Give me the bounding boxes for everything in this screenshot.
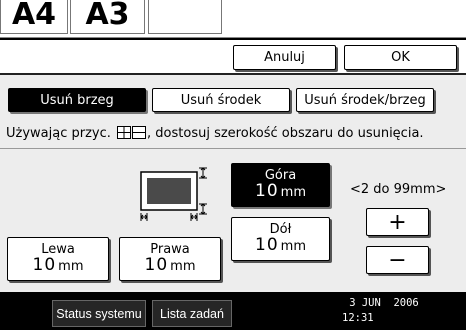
tab-erase-center[interactable]: Usuń środek bbox=[152, 88, 290, 112]
instruction-after: , dostosuj szerokość obszaru do usunięci… bbox=[147, 126, 424, 141]
ok-button[interactable]: OK bbox=[344, 45, 457, 70]
left-margin-button[interactable]: Lewa 10 mm bbox=[7, 237, 109, 281]
tab-erase-edge[interactable]: Usuń brzeg bbox=[8, 88, 146, 112]
clock-date: 3 JUN 2006 bbox=[349, 297, 419, 309]
right-margin-value: 10 mm bbox=[144, 254, 196, 275]
system-status-button[interactable]: Status systemu bbox=[52, 300, 146, 327]
page-preview-icon bbox=[140, 167, 207, 221]
top-tile-3[interactable] bbox=[148, 0, 222, 34]
left-margin-value: 10 mm bbox=[32, 254, 84, 275]
instruction-text: Używając przyc. , dostosuj szerokość obs… bbox=[6, 126, 424, 141]
top-tile-2[interactable]: A3 bbox=[70, 0, 145, 34]
divider bbox=[0, 148, 466, 149]
top-tile-1[interactable]: A4 bbox=[0, 0, 68, 34]
cancel-button[interactable]: Anuluj bbox=[233, 45, 336, 70]
grid-buttons-icon bbox=[117, 126, 147, 139]
bottom-margin-value: 10 mm bbox=[255, 234, 306, 255]
clock: 3 JUN 2006 12:31 bbox=[336, 296, 432, 326]
top-margin-button[interactable]: Góra 10 mm bbox=[231, 163, 330, 207]
top-tile-strip: A4 A3 bbox=[0, 0, 466, 38]
job-list-button[interactable]: Lista zadań bbox=[152, 300, 232, 327]
range-hint: <2 do 99mm> bbox=[350, 182, 447, 197]
instruction-before: Używając przyc. bbox=[6, 126, 111, 141]
top-margin-value: 10 mm bbox=[255, 180, 306, 201]
bottom-margin-button[interactable]: Dół 10 mm bbox=[231, 217, 330, 261]
increment-button[interactable]: + bbox=[366, 208, 429, 236]
clock-time: 12:31 bbox=[342, 312, 374, 324]
tab-erase-center-edge[interactable]: Usuń środek/brzeg bbox=[296, 88, 434, 112]
decrement-button[interactable]: − bbox=[366, 246, 429, 274]
right-margin-button[interactable]: Prawa 10 mm bbox=[119, 237, 221, 281]
